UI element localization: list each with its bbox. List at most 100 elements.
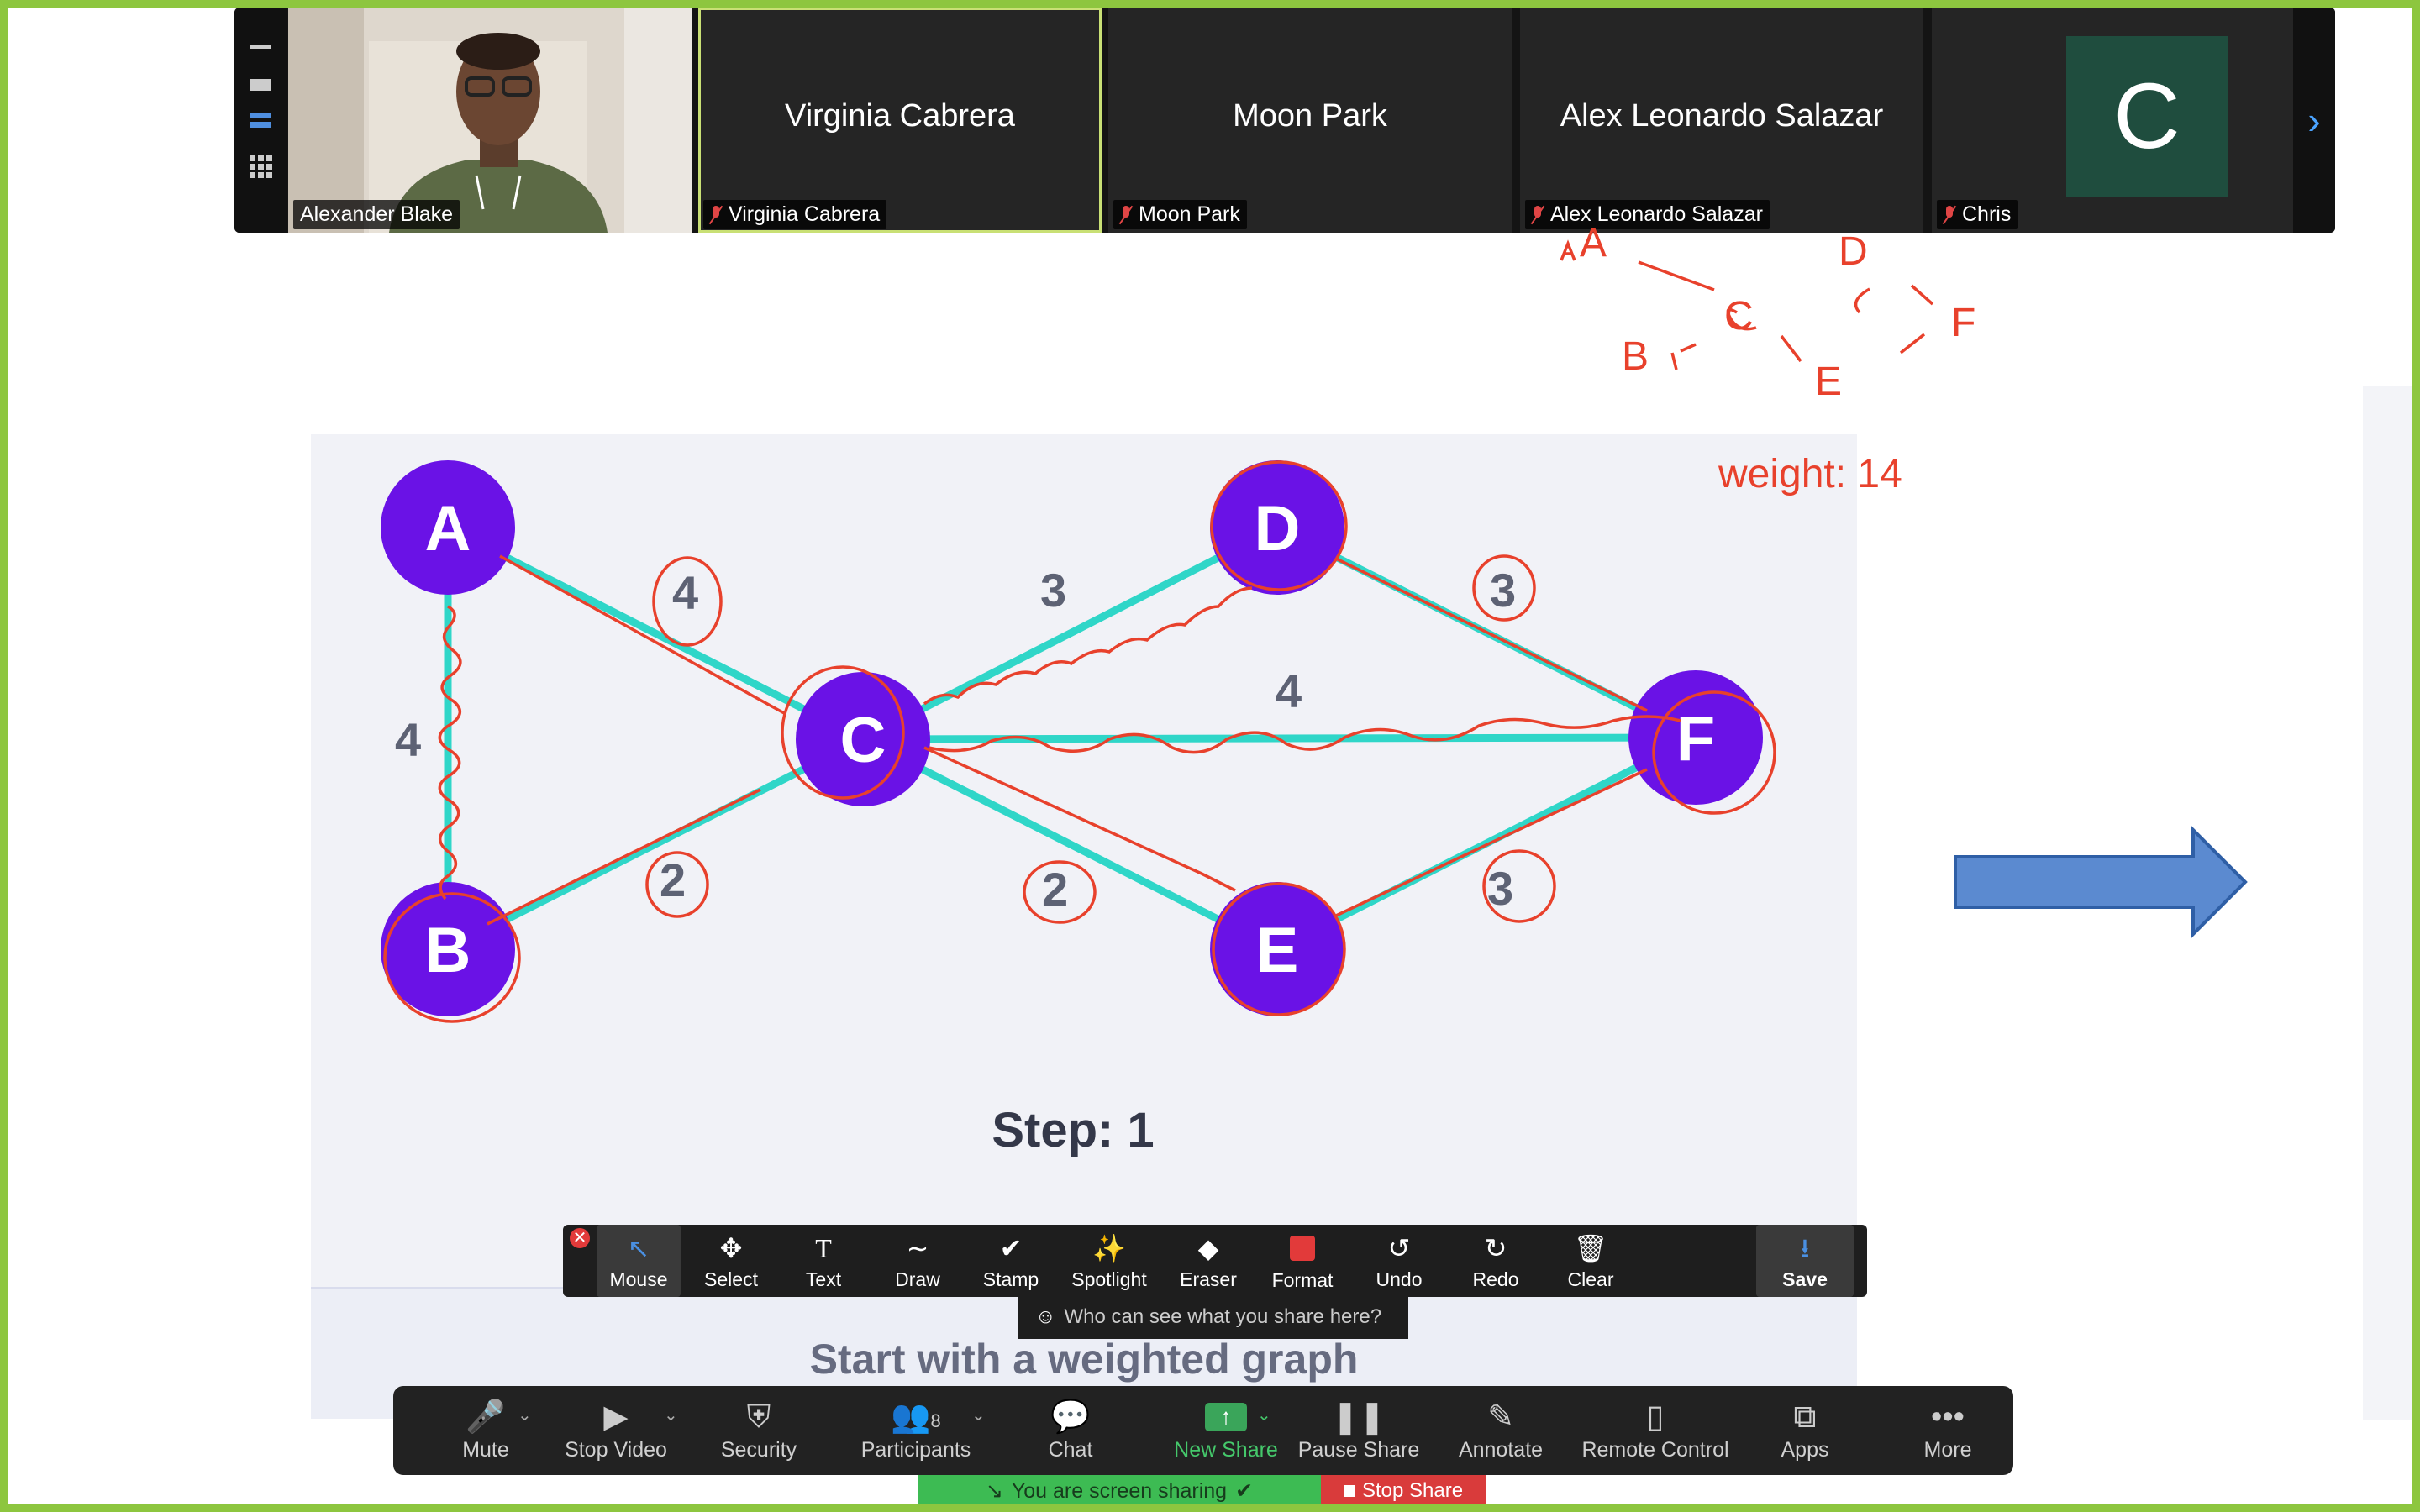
tool-spotlight[interactable]: ✨ Spotlight [1060, 1225, 1158, 1297]
move-icon: ✥ [719, 1233, 743, 1263]
control-label: Participants [860, 1438, 971, 1462]
edge-a-c [445, 523, 865, 743]
tool-clear[interactable]: 🗑 Clear [1549, 1225, 1633, 1297]
edge-weight: 4 [395, 713, 421, 766]
tool-label: Eraser [1180, 1268, 1237, 1290]
annotate-button[interactable]: ✎ Annotate [1447, 1386, 1555, 1475]
chat-button[interactable]: 💬 Chat [1028, 1386, 1113, 1475]
edge-weight: 4 [672, 566, 698, 619]
stop-video-button[interactable]: ▶ Stop Video [553, 1386, 679, 1475]
close-icon[interactable]: ✕ [570, 1228, 590, 1248]
tool-label: Draw [895, 1268, 940, 1290]
node-label: A [425, 493, 471, 564]
control-label: Mute [462, 1438, 509, 1462]
ink-letter: B [1622, 334, 1649, 379]
participants-button[interactable]: 👥8 Participants [847, 1386, 985, 1475]
control-label: Security [720, 1438, 797, 1462]
participants-icon: 👥8 [891, 1399, 941, 1435]
annotate-toolbar: ✕ ↖ Mouse ✥ Select T Text ∼ Draw ✔ Stamp… [563, 1225, 1867, 1297]
tool-format[interactable]: Format [1260, 1225, 1344, 1297]
weight-note: weight: 14 [1718, 452, 1902, 496]
security-button[interactable]: ⛨ Security [704, 1386, 813, 1475]
edge-weight: 2 [660, 853, 686, 906]
tool-label: Text [805, 1268, 842, 1290]
shield-check-icon: ✔ [1235, 1479, 1254, 1503]
tool-label: Undo [1376, 1268, 1423, 1290]
edge-b-c [445, 735, 865, 953]
tool-label: Format [1271, 1269, 1334, 1291]
eraser-icon: ◆ [1197, 1233, 1219, 1263]
ink-letter: F [1951, 301, 1975, 345]
ink-letter: E [1815, 360, 1842, 404]
apps-button[interactable]: ⧉ Apps [1763, 1386, 1847, 1475]
shield-icon: ⛨ [746, 1399, 771, 1435]
redo-icon: ↻ [1484, 1233, 1507, 1263]
sharing-indicator[interactable]: ↘ You are screen sharing ✔ [918, 1475, 1321, 1507]
tool-select[interactable]: ✥ Select [689, 1225, 773, 1297]
control-label: Remote Control [1581, 1438, 1729, 1462]
chevron-down-icon[interactable]: ⌄ [518, 1404, 532, 1425]
tool-mouse[interactable]: ↖ Mouse [597, 1225, 681, 1297]
tool-draw[interactable]: ∼ Draw [876, 1225, 960, 1297]
node-label: F [1676, 703, 1715, 774]
next-arrow-shape [1954, 826, 2248, 938]
more-dots-icon: ••• [1931, 1399, 1965, 1435]
cursor-icon: ↖ [627, 1233, 650, 1263]
node-label: C [840, 705, 886, 776]
ink-letter: C [1724, 294, 1754, 339]
apps-icon: ⧉ [1793, 1399, 1817, 1435]
remote-control-button[interactable]: ▯ Remote Control [1573, 1386, 1738, 1475]
ink-annotations [383, 239, 1934, 1023]
undo-icon: ↺ [1387, 1233, 1411, 1263]
control-label: New Share [1174, 1438, 1278, 1462]
pause-icon: ❚❚ [1332, 1399, 1386, 1435]
tool-redo[interactable]: ↻ Redo [1454, 1225, 1538, 1297]
step-label: Step: 1 [992, 1103, 1154, 1158]
tool-stamp[interactable]: ✔ Stamp [969, 1225, 1053, 1297]
save-icon: ⭳ [1800, 1233, 1810, 1263]
share-visibility-hint[interactable]: ☺ Who can see what you share here? [1018, 1295, 1408, 1339]
participant-count: 8 [930, 1410, 941, 1431]
ink-letter: D [1839, 229, 1868, 274]
trash-icon: 🗑 [1573, 1233, 1608, 1263]
meeting-controls: 🎤 Mute ⌄ ▶ Stop Video ⌄ ⛨ Security 👥8 Pa… [393, 1386, 2013, 1475]
chevron-down-icon[interactable]: ⌄ [1257, 1404, 1271, 1425]
stop-share-button[interactable]: Stop Share [1321, 1475, 1486, 1507]
chevron-down-icon[interactable]: ⌄ [664, 1404, 678, 1425]
tool-label: Clear [1567, 1268, 1614, 1290]
edge-c-d [860, 523, 1280, 743]
color-swatch-icon [1290, 1236, 1315, 1261]
tool-label: Spotlight [1071, 1268, 1147, 1290]
spotlight-icon: ✨ [1092, 1233, 1126, 1263]
text-icon: T [815, 1233, 832, 1263]
node-label: D [1255, 493, 1301, 564]
control-label: More [1923, 1438, 1972, 1462]
edge-weight: 3 [1040, 564, 1066, 617]
node-label: E [1256, 915, 1299, 986]
stop-share-label: Stop Share [1361, 1479, 1464, 1502]
control-label: Chat [1048, 1438, 1093, 1462]
more-button[interactable]: ••• More [1906, 1386, 1990, 1475]
tool-undo[interactable]: ↺ Undo [1357, 1225, 1441, 1297]
stop-square-icon [1343, 1485, 1355, 1497]
chevron-down-icon[interactable]: ⌄ [971, 1404, 986, 1425]
tool-save[interactable]: ⭳ Save [1756, 1225, 1854, 1297]
screen-share-status-bar: ↘ You are screen sharing ✔ Stop Share [918, 1475, 1489, 1507]
node-label: B [425, 915, 471, 986]
mute-button[interactable]: 🎤 Mute [435, 1386, 536, 1475]
mouse-icon: ▯ [1646, 1399, 1665, 1435]
new-share-button[interactable]: ↑ New Share [1155, 1386, 1297, 1475]
microphone-icon: 🎤 [466, 1399, 506, 1435]
share-screen-icon: ↑ [1205, 1403, 1247, 1431]
pause-share-button[interactable]: ❚❚ Pause Share [1289, 1386, 1428, 1475]
video-camera-icon: ▶ [603, 1399, 629, 1435]
tool-text[interactable]: T Text [781, 1225, 865, 1297]
tool-label: Stamp [982, 1268, 1039, 1290]
tool-eraser[interactable]: ◆ Eraser [1166, 1225, 1250, 1297]
sharing-text: You are screen sharing [1011, 1478, 1228, 1503]
control-label: Apps [1781, 1438, 1829, 1462]
control-label: Stop Video [565, 1438, 667, 1462]
share-visibility-text: Who can see what you share here? [1064, 1305, 1382, 1328]
pencil-icon: ✎ [1487, 1399, 1514, 1435]
share-arrow-icon: ↘ [985, 1479, 1003, 1503]
